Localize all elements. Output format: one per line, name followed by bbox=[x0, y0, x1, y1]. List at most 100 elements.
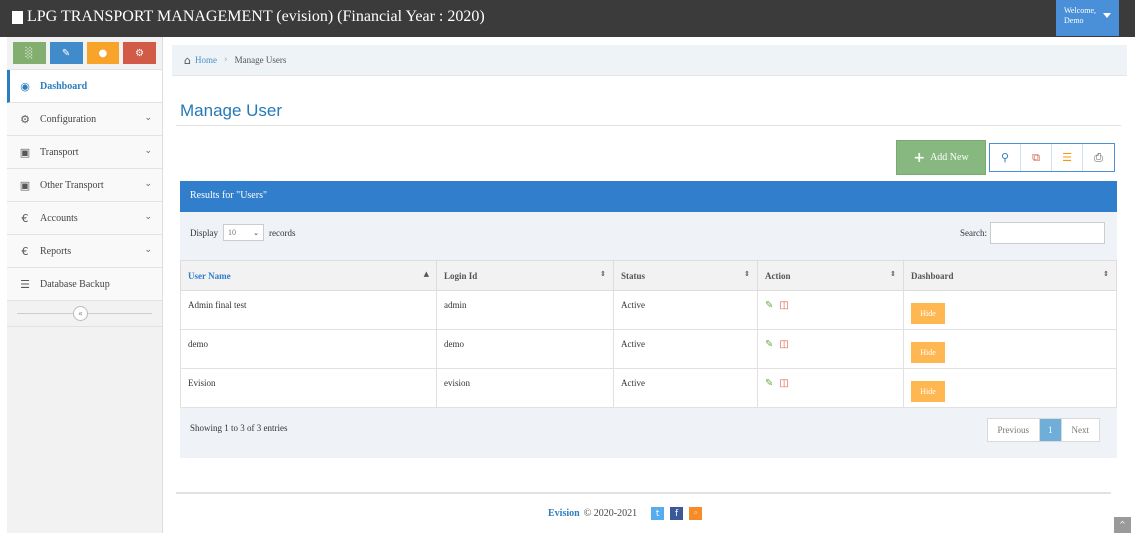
database-icon[interactable]: ☰ bbox=[1052, 144, 1083, 171]
search-input[interactable] bbox=[990, 222, 1105, 244]
footer-copyright: © 2020-2021 bbox=[583, 508, 638, 519]
print-icon[interactable]: ⎙ bbox=[1083, 144, 1114, 171]
cell-dashboard: Hide bbox=[903, 329, 1117, 369]
cogs-icon[interactable]: ⚙ bbox=[123, 42, 156, 64]
sidebar-item-label: Reports bbox=[40, 245, 72, 257]
page-1-button[interactable]: 1 bbox=[1040, 419, 1062, 441]
cell-status: Active bbox=[613, 290, 758, 330]
cell-action: ✎ ◫ bbox=[757, 368, 904, 408]
table-tools: ⚲ ⧉ ☰ ⎙ bbox=[989, 143, 1115, 172]
scroll-to-top-icon[interactable]: ^ bbox=[1114, 517, 1131, 533]
edit-icon[interactable]: ✎ bbox=[765, 300, 773, 311]
page-title: Manage User bbox=[180, 101, 283, 120]
sort-icon: ⇕ bbox=[600, 270, 606, 278]
sidebar-item-database-backup[interactable]: ☰ Database Backup bbox=[7, 268, 162, 301]
hide-button[interactable]: Hide bbox=[911, 381, 945, 402]
sort-asc-icon: ▲ bbox=[423, 270, 429, 278]
cell-dashboard: Hide bbox=[903, 368, 1117, 408]
sidebar-item-configuration[interactable]: ⚙ Configuration ⌄ bbox=[7, 103, 162, 136]
euro-icon: € bbox=[21, 244, 29, 258]
edit-icon[interactable]: ✎ bbox=[765, 339, 773, 350]
caret-down-icon bbox=[1103, 13, 1111, 18]
hide-button[interactable]: Hide bbox=[911, 303, 945, 324]
sidebar-item-label: Dashboard bbox=[40, 80, 88, 92]
twitter-icon[interactable]: t bbox=[651, 507, 665, 520]
results-header: Results for "Users" bbox=[180, 181, 1117, 212]
copy-icon[interactable]: ⧉ bbox=[1021, 144, 1052, 171]
chevron-down-icon: ⌄ bbox=[144, 212, 152, 222]
chevron-down-icon: ⌄ bbox=[144, 245, 152, 255]
column-header-action[interactable]: Action ⇕ bbox=[757, 260, 904, 291]
home-icon[interactable]: ⌂ bbox=[184, 54, 191, 67]
cell-dashboard: Hide bbox=[903, 290, 1117, 330]
search-label: Search: bbox=[960, 228, 987, 238]
footer-brand: Evision bbox=[548, 508, 580, 519]
plus-icon: + bbox=[913, 149, 926, 166]
cell-login-id: evision bbox=[436, 368, 614, 408]
table-header-row: User Name ▲ Login Id ⇕ Status ⇕ Action ⇕… bbox=[180, 260, 1117, 291]
previous-page-button[interactable]: Previous bbox=[988, 419, 1040, 441]
cart-icon: ▣ bbox=[19, 178, 31, 192]
sidebar-item-label: Database Backup bbox=[40, 278, 110, 290]
sidebar-item-label: Accounts bbox=[40, 212, 78, 224]
sidebar-item-transport[interactable]: ▣ Transport ⌄ bbox=[7, 136, 162, 169]
cell-status: Active bbox=[613, 329, 758, 369]
trash-icon[interactable]: ◫ bbox=[779, 378, 788, 389]
cell-user-name: Admin final test bbox=[180, 290, 437, 330]
collapse-sidebar-icon[interactable]: « bbox=[73, 306, 88, 321]
display-label: Display bbox=[190, 227, 218, 238]
cell-action: ✎ ◫ bbox=[757, 329, 904, 369]
page-size-value: 10 bbox=[228, 228, 236, 237]
trash-icon[interactable]: ◫ bbox=[779, 339, 788, 350]
pencil-icon[interactable]: ✎ bbox=[49, 42, 83, 64]
pagination: Previous 1 Next bbox=[986, 418, 1100, 442]
footer-divider bbox=[176, 492, 1111, 494]
sidebar-item-other-transport[interactable]: ▣ Other Transport ⌄ bbox=[7, 169, 162, 202]
trash-icon[interactable]: ◫ bbox=[779, 300, 788, 311]
column-header-status[interactable]: Status ⇕ bbox=[613, 260, 758, 291]
column-header-user-name[interactable]: User Name ▲ bbox=[180, 260, 437, 291]
cell-user-name: demo bbox=[180, 329, 437, 369]
sidebar-item-accounts[interactable]: € Accounts ⌄ bbox=[7, 202, 162, 235]
sidebar-shortcuts: ░ ✎ ● ⚙ bbox=[7, 37, 162, 70]
dashboard-icon: ◉ bbox=[20, 79, 30, 93]
next-page-button[interactable]: Next bbox=[1062, 419, 1100, 441]
sidebar-item-reports[interactable]: € Reports ⌄ bbox=[7, 235, 162, 268]
column-header-dashboard[interactable]: Dashboard ⇕ bbox=[903, 260, 1117, 291]
chevron-down-icon: ⌄ bbox=[144, 179, 152, 189]
sidebar-item-dashboard[interactable]: ◉ Dashboard bbox=[7, 70, 162, 103]
user-menu-button[interactable]: Welcome, Demo bbox=[1056, 0, 1119, 36]
column-label: Login Id bbox=[444, 270, 478, 281]
cell-user-name: Evision bbox=[180, 368, 437, 408]
sidebar: ░ ✎ ● ⚙ ◉ Dashboard ⚙ Configuration ⌄ ▣ … bbox=[7, 37, 163, 533]
edit-icon[interactable]: ✎ bbox=[765, 378, 773, 389]
cell-action: ✎ ◫ bbox=[757, 290, 904, 330]
bar-chart-icon[interactable]: ░ bbox=[13, 42, 46, 64]
euro-icon: € bbox=[21, 211, 29, 225]
app-title[interactable]: LPG TRANSPORT MANAGEMENT (evision) (Fina… bbox=[12, 8, 485, 26]
sidebar-collapse-bar: « bbox=[7, 301, 162, 327]
chevron-down-icon: ⌄ bbox=[144, 113, 152, 123]
add-new-button[interactable]: + Add New bbox=[896, 140, 986, 175]
users-icon[interactable]: ● bbox=[86, 42, 120, 64]
rss-icon[interactable]: ◦ bbox=[689, 507, 703, 520]
sidebar-item-label: Configuration bbox=[40, 113, 97, 125]
page-size-control: Display 10 ⌄ records bbox=[190, 224, 296, 241]
search-icon[interactable]: ⚲ bbox=[990, 144, 1021, 171]
breadcrumb-home-link[interactable]: Home bbox=[195, 55, 217, 65]
facebook-icon[interactable]: f bbox=[670, 507, 684, 520]
hide-button[interactable]: Hide bbox=[911, 342, 945, 363]
users-table-panel: Display 10 ⌄ records Search: User Name ▲… bbox=[180, 212, 1117, 458]
sidebar-item-label: Other Transport bbox=[40, 179, 104, 191]
breadcrumb: ⌂ Home › Manage Users bbox=[172, 45, 1127, 76]
add-new-label: Add New bbox=[930, 152, 969, 163]
breadcrumb-separator-icon: › bbox=[223, 55, 228, 65]
column-label: Status bbox=[621, 270, 646, 281]
page-size-select[interactable]: 10 ⌄ bbox=[223, 224, 264, 241]
sidebar-item-label: Transport bbox=[40, 146, 79, 158]
sort-icon: ⇕ bbox=[890, 270, 896, 278]
chevron-down-icon: ⌄ bbox=[253, 228, 259, 237]
records-label: records bbox=[269, 227, 296, 238]
title-divider bbox=[176, 125, 1121, 126]
column-header-login-id[interactable]: Login Id ⇕ bbox=[436, 260, 614, 291]
